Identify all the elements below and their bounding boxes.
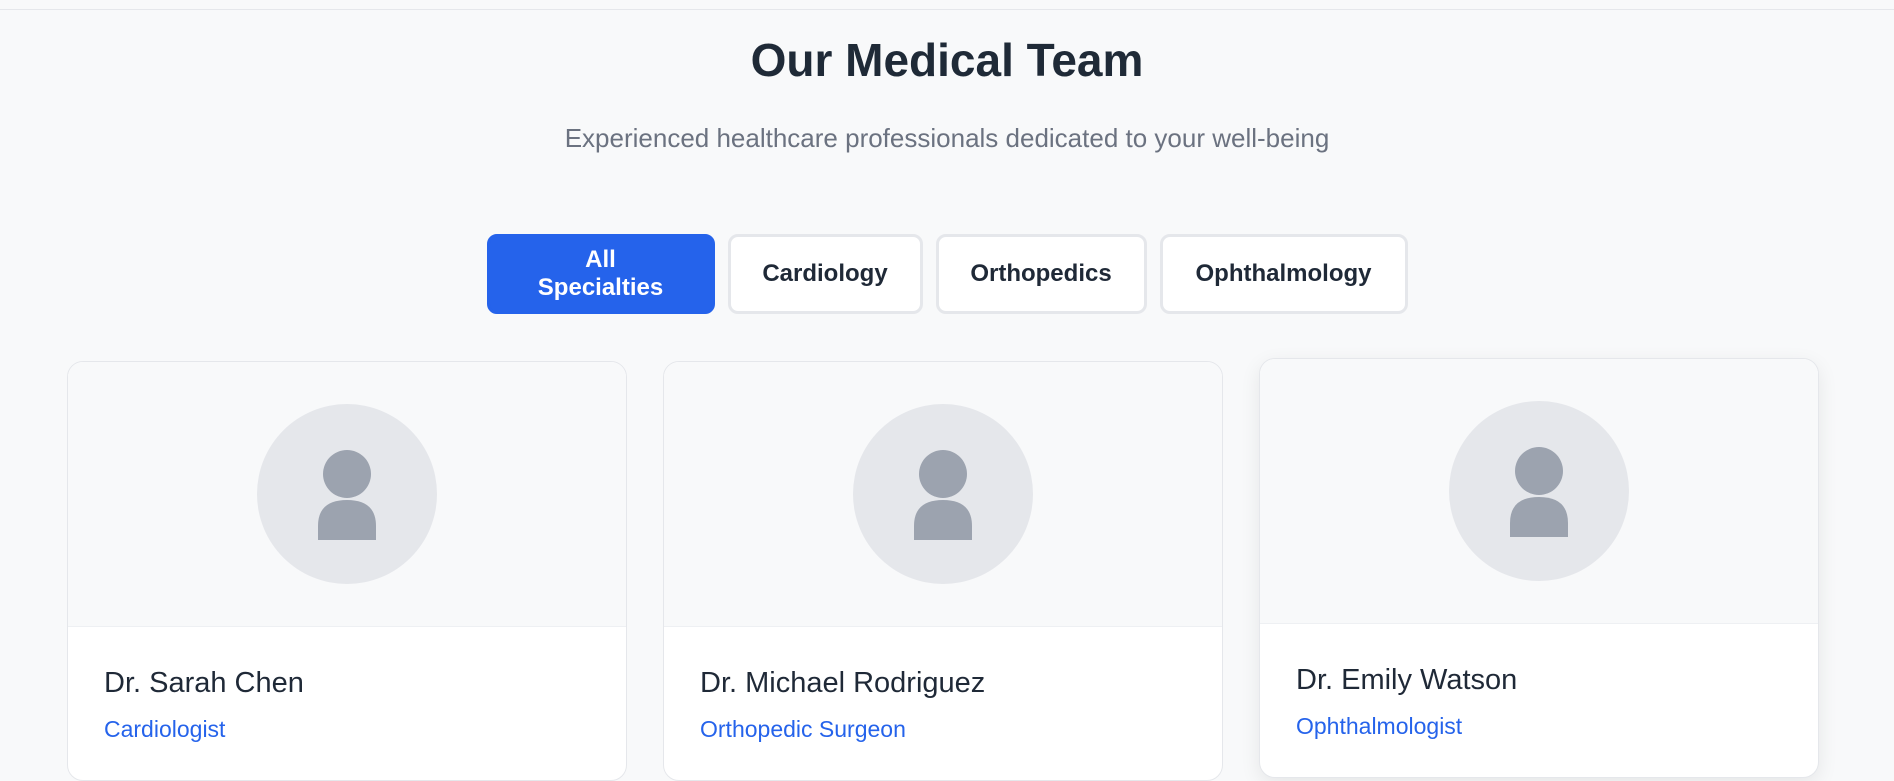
doctor-name: Dr. Michael Rodriguez [700,667,986,699]
page-title: Our Medical Team [750,34,1144,86]
avatar [853,404,1033,584]
doctor-specialty: Ophthalmologist [1296,713,1463,739]
doctor-card[interactable]: Dr. Michael Rodriguez Orthopedic Surgeon [663,361,1223,781]
doctor-card-body: Dr. Emily Watson Ophthalmologist [1260,624,1818,740]
doctor-card[interactable]: Dr. Emily Watson Ophthalmologist [1259,358,1819,778]
doctor-card-header [1260,359,1818,624]
specialty-filter-bar: All Specialties Cardiology Orthopedics O… [0,234,1894,314]
page-subtitle: Experienced healthcare professionals ded… [564,123,1330,153]
person-placeholder-icon [914,450,972,540]
doctor-card-body: Dr. Michael Rodriguez Orthopedic Surgeon [664,627,1222,743]
doctor-card[interactable]: Dr. Sarah Chen Cardiologist [67,361,627,781]
avatar [257,404,437,584]
filter-cardiology-button[interactable]: Cardiology [727,234,923,314]
person-placeholder-icon [318,450,376,540]
doctor-specialty: Orthopedic Surgeon [700,716,906,742]
doctor-specialty: Cardiologist [104,716,226,742]
avatar [1449,401,1629,581]
header-divider [0,9,1894,10]
doctor-card-header [68,362,626,627]
doctor-card-grid: Dr. Sarah Chen Cardiologist Dr. Michael … [67,358,1827,781]
doctor-card-header [664,362,1222,627]
filter-all-specialties-button[interactable]: All Specialties [486,234,715,314]
filter-ophthalmology-button[interactable]: Ophthalmology [1159,234,1408,314]
doctor-name: Dr. Sarah Chen [104,667,304,699]
person-placeholder-icon [1510,447,1568,537]
doctor-card-body: Dr. Sarah Chen Cardiologist [68,627,626,743]
doctor-name: Dr. Emily Watson [1296,664,1518,696]
filter-orthopedics-button[interactable]: Orthopedics [935,234,1147,314]
